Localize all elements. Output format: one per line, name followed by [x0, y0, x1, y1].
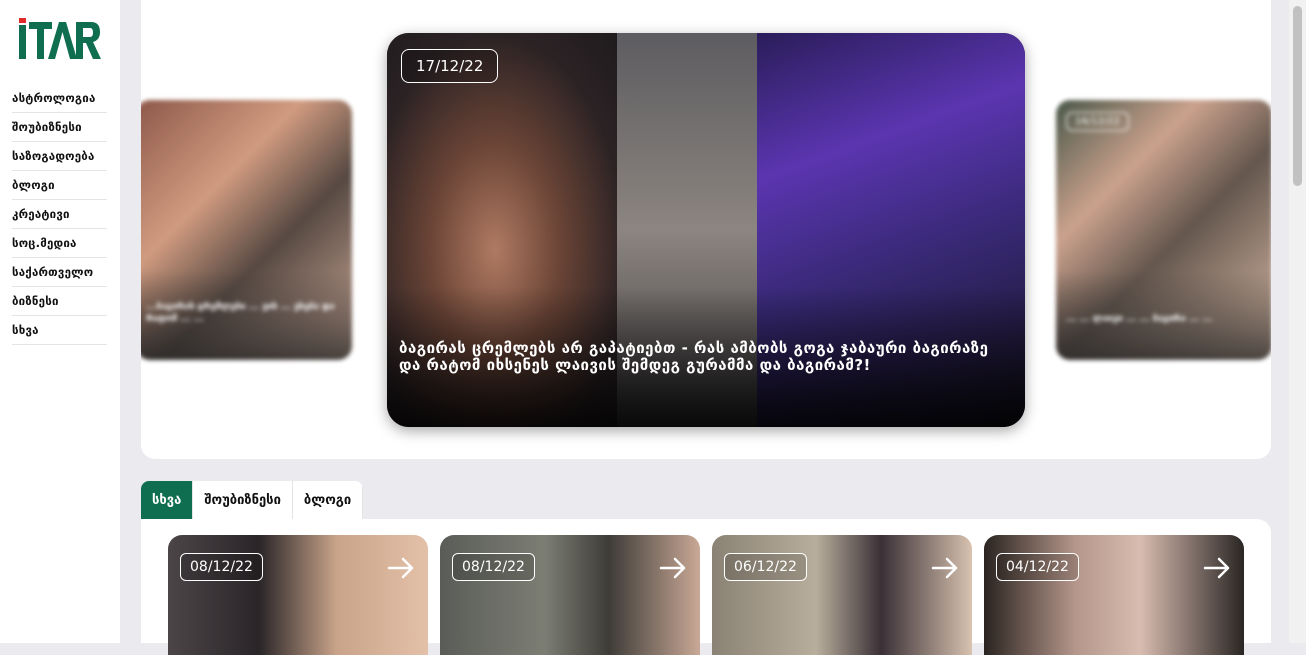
news-card-date: 04/12/22 — [996, 553, 1079, 581]
carousel-card-date: 16/12/22 — [1066, 112, 1129, 131]
nav-item-georgia[interactable]: საქართველო — [12, 258, 107, 287]
tab-showbiz[interactable]: შოუბიზნესი — [193, 481, 293, 519]
news-grid: 08/12/22 08/12/22 06/12/22 04/12/22 — [141, 519, 1271, 655]
arrow-right-icon[interactable] — [386, 553, 416, 583]
carousel-card-previous[interactable]: ...ბაგირას ცრემლები ... ვის ... ეხება და… — [141, 100, 352, 360]
featured-article-card[interactable]: 17/12/22 ბაგირას ცრემლებს არ გაპატიებთ -… — [387, 33, 1025, 427]
news-card-date: 08/12/22 — [180, 553, 263, 581]
nav-item-showbiz[interactable]: შოუბიზნესი — [12, 113, 107, 142]
arrow-right-icon[interactable] — [1202, 553, 1232, 583]
featured-article-title[interactable]: ბაგირას ცრემლებს არ გაპატიებთ - რას ამბო… — [399, 340, 1001, 374]
nav-item-blog[interactable]: ბლოგი — [12, 171, 107, 200]
nav-item-business[interactable]: ბიზნესი — [12, 287, 107, 316]
sidebar: ასტროლოგია შოუბიზნესი საზოგადოება ბლოგი … — [0, 0, 120, 643]
news-card-date: 08/12/22 — [452, 553, 535, 581]
arrow-right-icon[interactable] — [930, 553, 960, 583]
carousel-card-title: ...ბაგირას ცრემლები ... ვის ... ეხება და… — [146, 302, 335, 324]
news-card[interactable]: 04/12/22 — [984, 535, 1244, 655]
site-logo[interactable] — [18, 16, 102, 62]
category-tabs: სხვა შოუბიზნესი ბლოგი — [141, 481, 364, 519]
news-card-date: 06/12/22 — [724, 553, 807, 581]
nav-item-creative[interactable]: კრეატივი — [12, 200, 107, 229]
nav-item-other[interactable]: სხვა — [12, 316, 107, 345]
main-nav: ასტროლოგია შოუბიზნესი საზოგადოება ბლოგი … — [12, 84, 107, 345]
hero-carousel: ...ბაგირას ცრემლები ... ვის ... ეხება და… — [141, 0, 1271, 459]
news-card[interactable]: 08/12/22 — [440, 535, 700, 655]
page-scrollbar[interactable] — [1289, 0, 1306, 643]
nav-item-astrology[interactable]: ასტროლოგია — [12, 84, 107, 113]
tab-blog[interactable]: ბლოგი — [293, 481, 364, 519]
featured-article-date: 17/12/22 — [401, 49, 499, 83]
nav-item-social-media[interactable]: სოც.მედია — [12, 229, 107, 258]
carousel-card-title: ... ... ლაივი ... ... ბაგირა ... ... — [1066, 314, 1213, 324]
scrollbar-thumb[interactable] — [1293, 6, 1302, 186]
news-card[interactable]: 08/12/22 — [168, 535, 428, 655]
tab-other[interactable]: სხვა — [141, 481, 194, 519]
arrow-right-icon[interactable] — [658, 553, 688, 583]
carousel-card-next[interactable]: 16/12/22 ... ... ლაივი ... ... ბაგირა ..… — [1056, 100, 1271, 360]
nav-item-society[interactable]: საზოგადოება — [12, 142, 107, 171]
news-card[interactable]: 06/12/22 — [712, 535, 972, 655]
